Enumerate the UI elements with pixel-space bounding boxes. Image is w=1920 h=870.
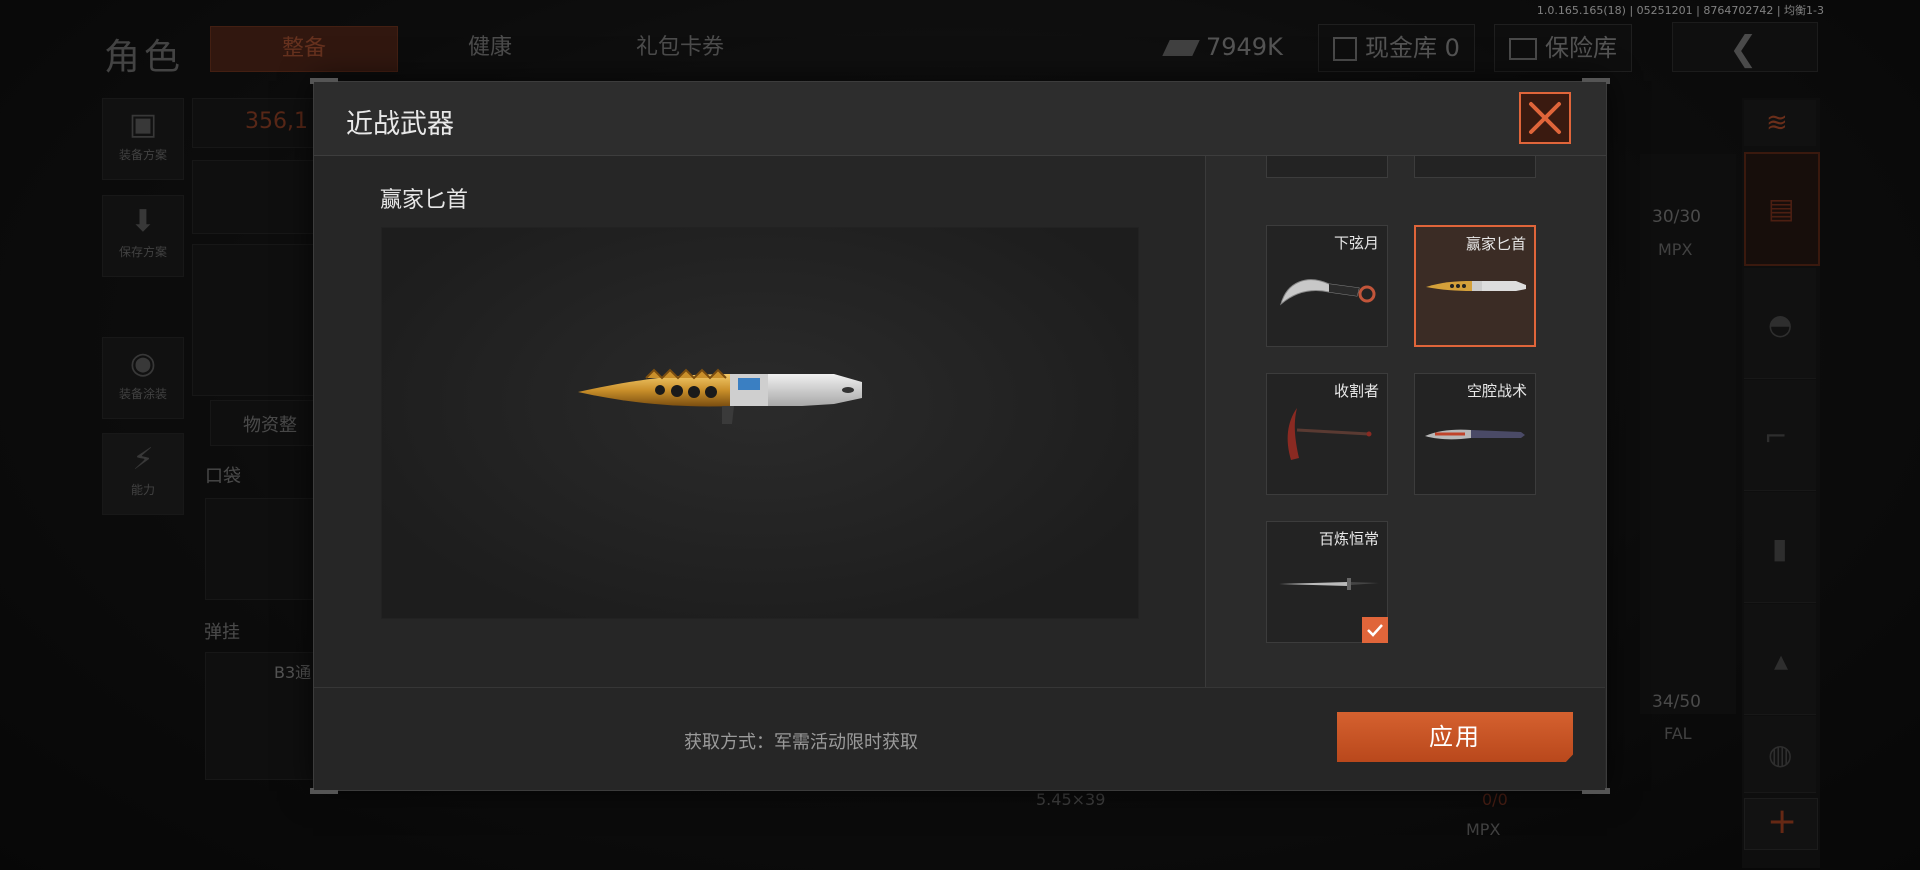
weapon-slot-label: 空腔战术 [1466,382,1527,400]
weapon-slot-karambit[interactable]: 下弦月 [1266,225,1388,347]
weapon-slot[interactable] [1414,156,1536,178]
weapon-slot-tactical-knife[interactable]: 空腔战术 [1414,373,1536,495]
weapon-slot-sword[interactable]: 百炼恒常 [1266,521,1388,643]
dialog-footer: 获取方式：军需活动限时获取 应用 [314,687,1605,790]
weapon-list[interactable]: 下弦月 赢家匕首 收割者 空腔战术 百炼恒常 [1206,156,1605,687]
gold-dagger-icon [578,368,862,424]
weapon-slot-label: 收割者 [1333,382,1379,400]
weapon-slot-sickle[interactable]: 收割者 [1266,373,1388,495]
weapon-preview[interactable] [381,227,1139,619]
equipped-badge [1362,617,1388,643]
checkmark-icon [1367,624,1383,637]
selected-weapon-name: 赢家匕首 [380,188,469,213]
weapon-slot-label: 百炼恒常 [1318,530,1379,548]
dialog-header: 近战武器 [314,82,1606,156]
weapon-slot-label: 下弦月 [1333,234,1379,252]
weapon-slot[interactable] [1266,156,1388,178]
weapon-slot-gold-dagger[interactable]: 赢家匕首 [1414,225,1536,347]
obtain-method-text: 获取方式：军需活动限时获取 [684,732,918,753]
apply-button[interactable]: 应用 [1337,712,1573,762]
close-icon [1529,102,1561,134]
melee-weapon-dialog: 近战武器 赢家匕首 下弦月 赢家匕首 收割者 空腔战术 百炼恒常 获取方式：军需… [310,78,1610,794]
weapon-slot-label: 赢家匕首 [1465,235,1526,253]
dialog-title: 近战武器 [346,109,454,140]
close-button[interactable] [1519,92,1571,144]
